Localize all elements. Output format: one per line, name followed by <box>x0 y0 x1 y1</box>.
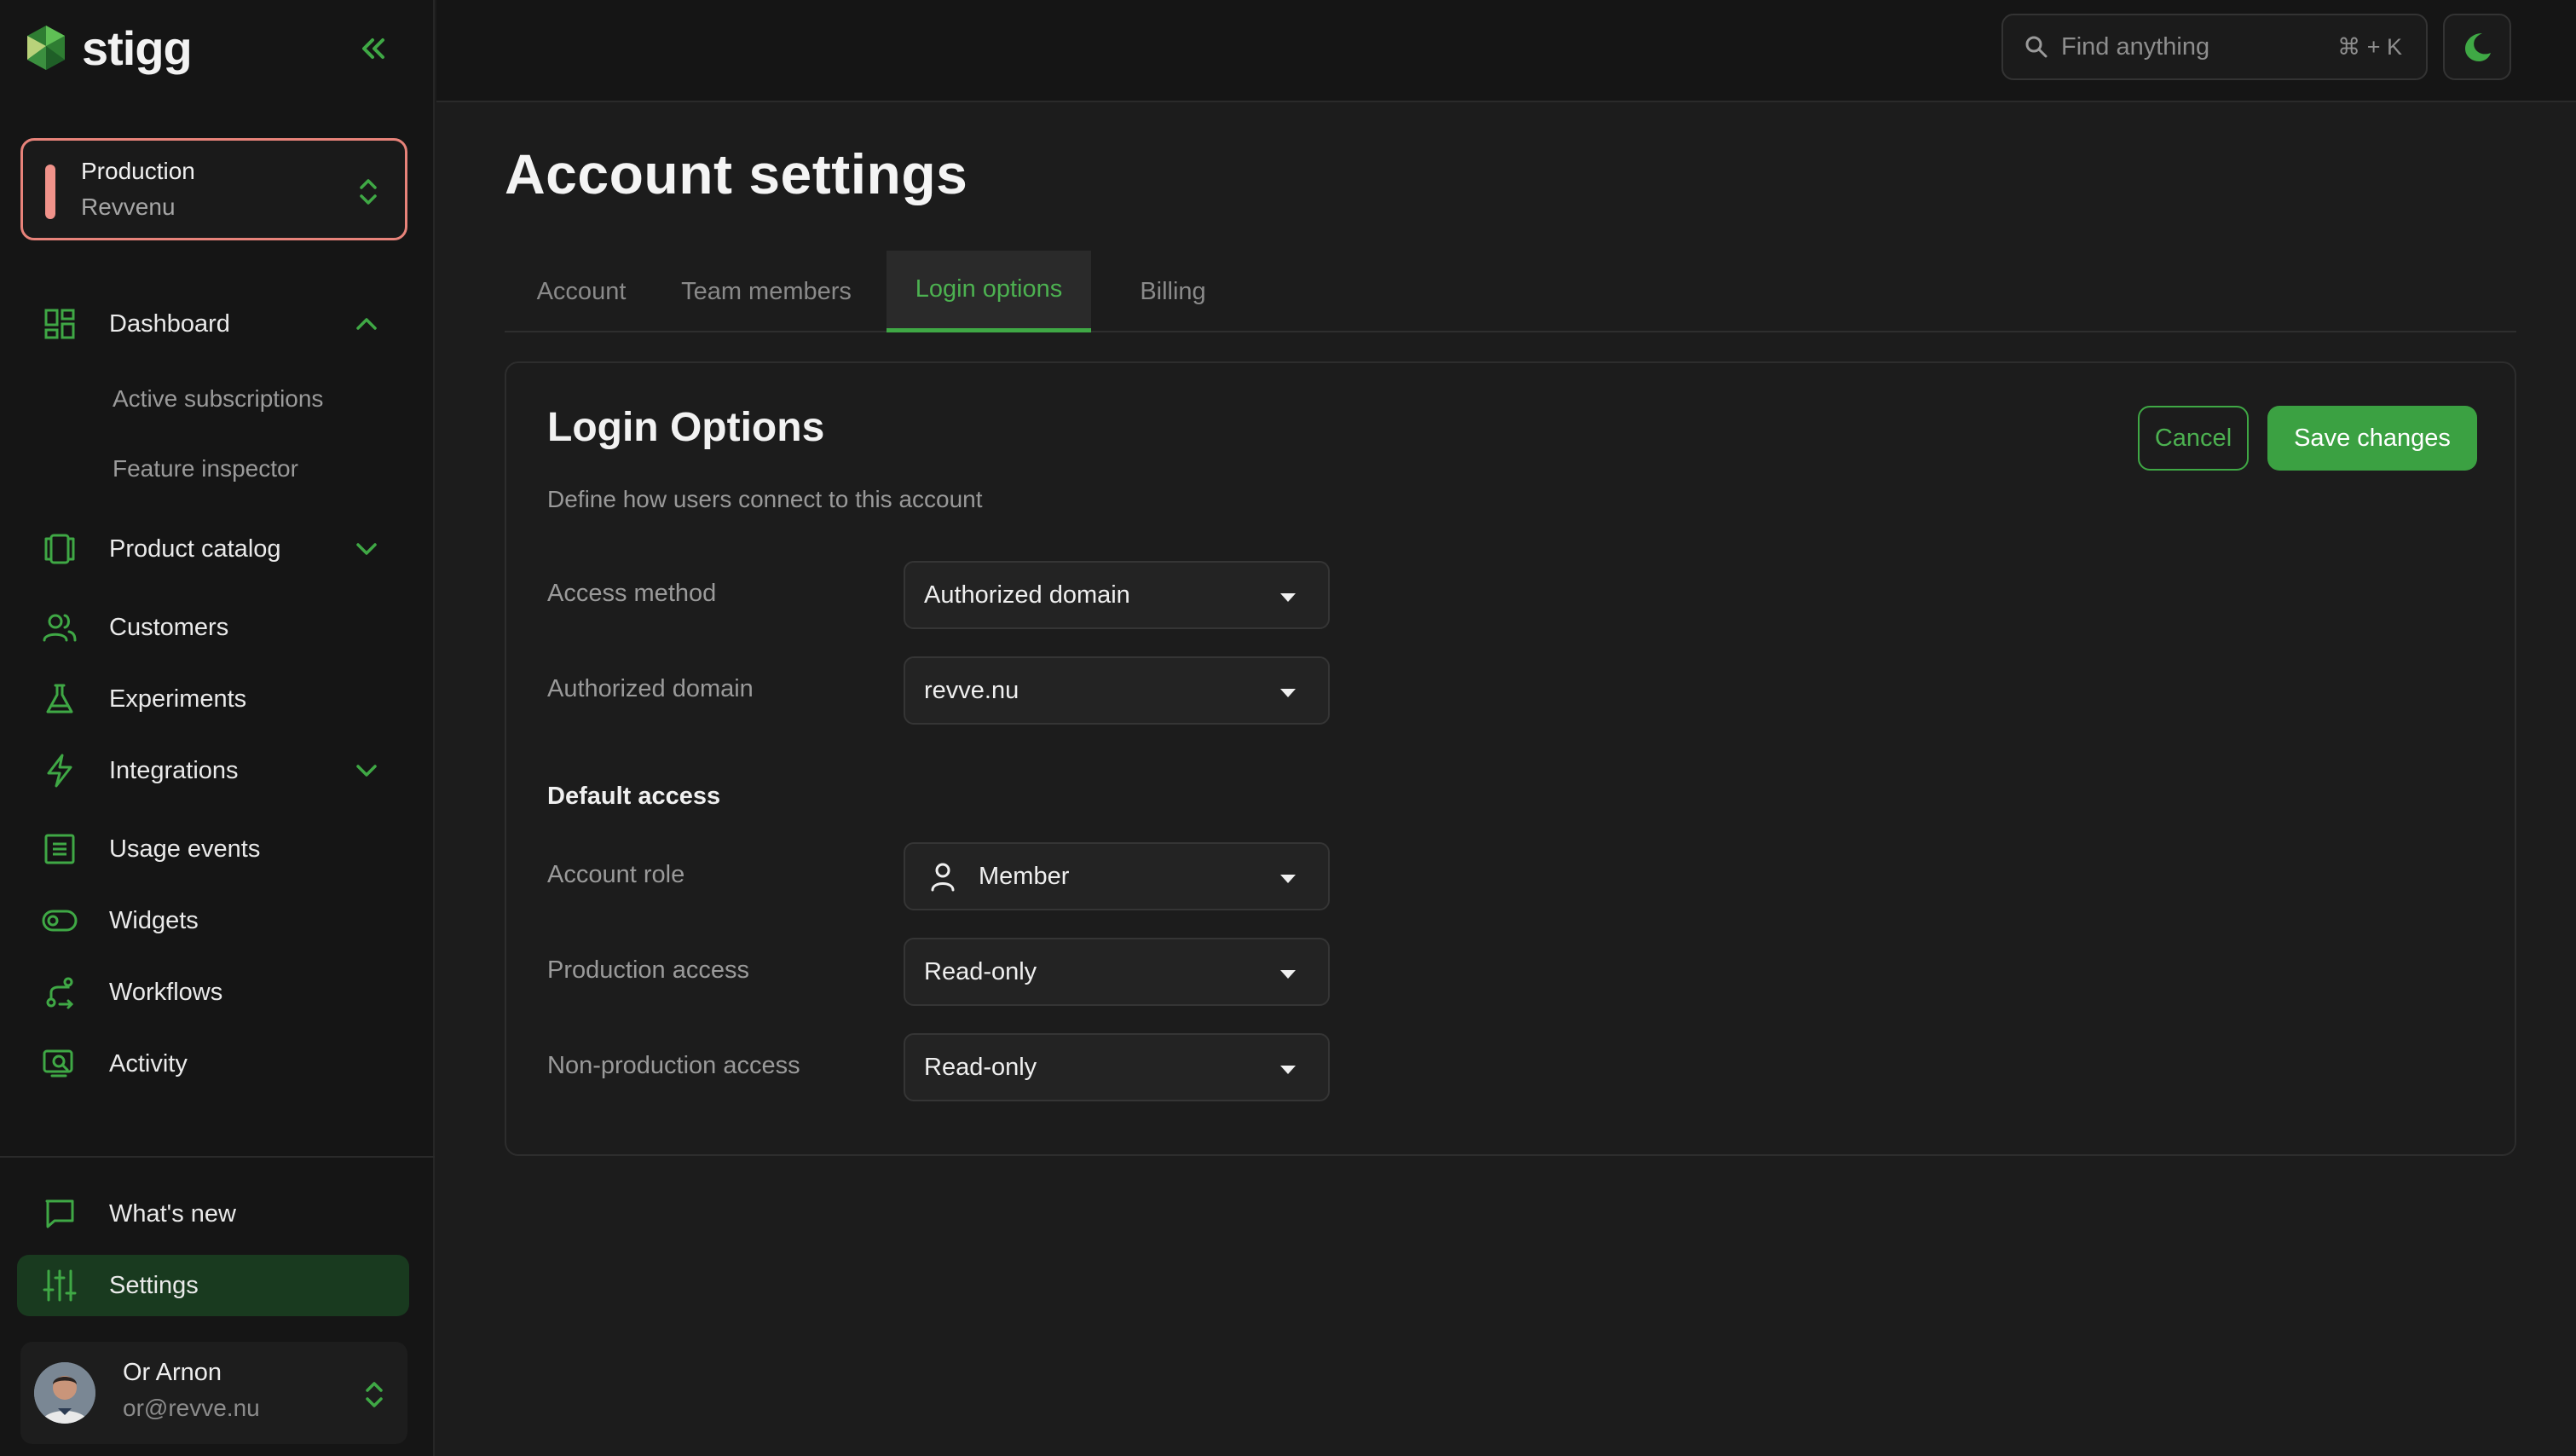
app-root: stigg Production Revvenu Dashboard Activ… <box>0 0 2576 1456</box>
sidebar-item-label: Product catalog <box>109 534 281 563</box>
non-production-access-label: Non-production access <box>547 1052 800 1079</box>
non-production-access-select[interactable]: Read-only <box>904 1033 1330 1101</box>
users-icon <box>41 609 78 646</box>
sidebar-item-customers[interactable]: Customers <box>17 597 409 658</box>
settings-tabs: Account Team members Login options Billi… <box>505 251 2516 332</box>
flask-icon <box>41 680 78 718</box>
page-title: Account settings <box>505 142 968 205</box>
caret-down-icon <box>1280 593 1296 602</box>
chevron-up-down-icon <box>366 1382 383 1407</box>
stigg-logo-icon <box>27 26 65 70</box>
user-name: Or Arnon <box>123 1359 222 1386</box>
avatar <box>34 1362 95 1424</box>
collapse-sidebar-button[interactable] <box>349 26 396 72</box>
dashboard-icon <box>41 305 78 343</box>
sidebar-item-label: Dashboard <box>109 309 230 338</box>
caret-down-icon <box>1280 1066 1296 1074</box>
sidebar-item-label: Usage events <box>109 835 261 863</box>
user-avatar-icon <box>34 1362 95 1424</box>
sidebar-item-label: Customers <box>109 613 229 641</box>
select-value: Authorized domain <box>924 581 1130 609</box>
tab-team-members[interactable]: Team members <box>667 251 866 332</box>
chat-bubble-icon <box>41 1195 78 1233</box>
search-shortcut-hint: ⌘ + K <box>2337 34 2402 60</box>
caret-down-icon <box>1280 689 1296 697</box>
lightning-icon <box>41 752 78 789</box>
global-search[interactable]: Find anything ⌘ + K <box>2001 14 2428 80</box>
search-placeholder: Find anything <box>2061 33 2210 61</box>
user-email: or@revve.nu <box>123 1395 260 1421</box>
select-value: revve.nu <box>924 677 1019 704</box>
tab-account[interactable]: Account <box>505 251 658 332</box>
login-options-card: Login Options Define how users connect t… <box>505 361 2516 1156</box>
environment-switcher[interactable]: Production Revvenu <box>20 138 407 240</box>
card-title: Login Options <box>547 405 825 450</box>
sliders-icon <box>41 1267 78 1304</box>
list-document-icon <box>41 830 78 868</box>
environment-color-bar <box>45 165 55 219</box>
cancel-button[interactable]: Cancel <box>2138 406 2249 471</box>
access-method-select[interactable]: Authorized domain <box>904 561 1330 629</box>
sidebar: stigg Production Revvenu Dashboard Activ… <box>0 0 435 1456</box>
chevron-down-icon[interactable] <box>349 532 384 566</box>
double-chevron-left-icon <box>362 38 384 59</box>
sidebar-item-usage-events[interactable]: Usage events <box>17 818 409 880</box>
sidebar-item-experiments[interactable]: Experiments <box>17 668 409 730</box>
sidebar-item-label: What's new <box>109 1199 236 1228</box>
sidebar-item-activity[interactable]: Activity <box>17 1033 409 1095</box>
access-method-label: Access method <box>547 580 717 607</box>
account-role-label: Account role <box>547 861 685 888</box>
caret-down-icon <box>1280 875 1296 883</box>
authorized-domain-label: Authorized domain <box>547 675 754 702</box>
product-catalog-icon <box>41 530 78 568</box>
select-value: Read-only <box>924 958 1037 985</box>
sidebar-item-product-catalog[interactable]: Product catalog <box>17 518 409 580</box>
card-description: Define how users connect to this account <box>547 486 983 512</box>
top-bar: Find anything ⌘ + K <box>436 0 2576 102</box>
production-access-select[interactable]: Read-only <box>904 938 1330 1006</box>
sidebar-item-widgets[interactable]: Widgets <box>17 890 409 951</box>
brand-name: stigg <box>82 20 193 75</box>
production-access-label: Production access <box>547 956 749 984</box>
activity-monitor-icon <box>41 1045 78 1083</box>
chevron-up-down-icon <box>360 179 377 205</box>
workflow-icon <box>41 974 78 1011</box>
account-role-select[interactable]: Member <box>904 842 1330 910</box>
sidebar-item-whats-new[interactable]: What's new <box>17 1183 409 1245</box>
sidebar-item-label: Activity <box>109 1049 188 1078</box>
search-icon <box>2025 36 2048 58</box>
sidebar-divider <box>0 1156 435 1158</box>
sidebar-item-label: Settings <box>109 1271 199 1299</box>
tab-login-options[interactable]: Login options <box>887 251 1091 332</box>
moon-icon <box>2465 33 2491 61</box>
sidebar-item-label: Widgets <box>109 906 199 934</box>
brand[interactable]: stigg <box>20 20 193 75</box>
select-value: Read-only <box>924 1054 1037 1081</box>
sidebar-subitem-active-subscriptions[interactable]: Active subscriptions <box>113 385 323 413</box>
authorized-domain-select[interactable]: revve.nu <box>904 656 1330 725</box>
sidebar-item-dashboard[interactable]: Dashboard <box>17 293 409 355</box>
sidebar-item-integrations[interactable]: Integrations <box>17 740 409 801</box>
sidebar-item-settings[interactable]: Settings <box>17 1255 409 1316</box>
save-changes-button[interactable]: Save changes <box>2267 406 2477 471</box>
theme-toggle-button[interactable] <box>2443 14 2511 80</box>
user-menu[interactable]: Or Arnon or@revve.nu <box>20 1342 407 1444</box>
sidebar-item-label: Integrations <box>109 756 239 784</box>
person-icon <box>931 863 955 892</box>
environment-name: Production <box>81 158 195 184</box>
tab-billing[interactable]: Billing <box>1112 251 1234 332</box>
select-value: Member <box>979 863 1070 890</box>
chevron-up-icon[interactable] <box>349 307 384 341</box>
sidebar-item-label: Experiments <box>109 685 247 713</box>
toggle-icon <box>41 902 78 939</box>
caret-down-icon <box>1280 970 1296 979</box>
sidebar-subitem-feature-inspector[interactable]: Feature inspector <box>113 455 298 482</box>
environment-account: Revvenu <box>81 194 176 220</box>
sidebar-item-label: Workflows <box>109 978 223 1006</box>
default-access-heading: Default access <box>547 783 721 810</box>
sidebar-item-workflows[interactable]: Workflows <box>17 962 409 1023</box>
chevron-down-icon[interactable] <box>349 754 384 788</box>
